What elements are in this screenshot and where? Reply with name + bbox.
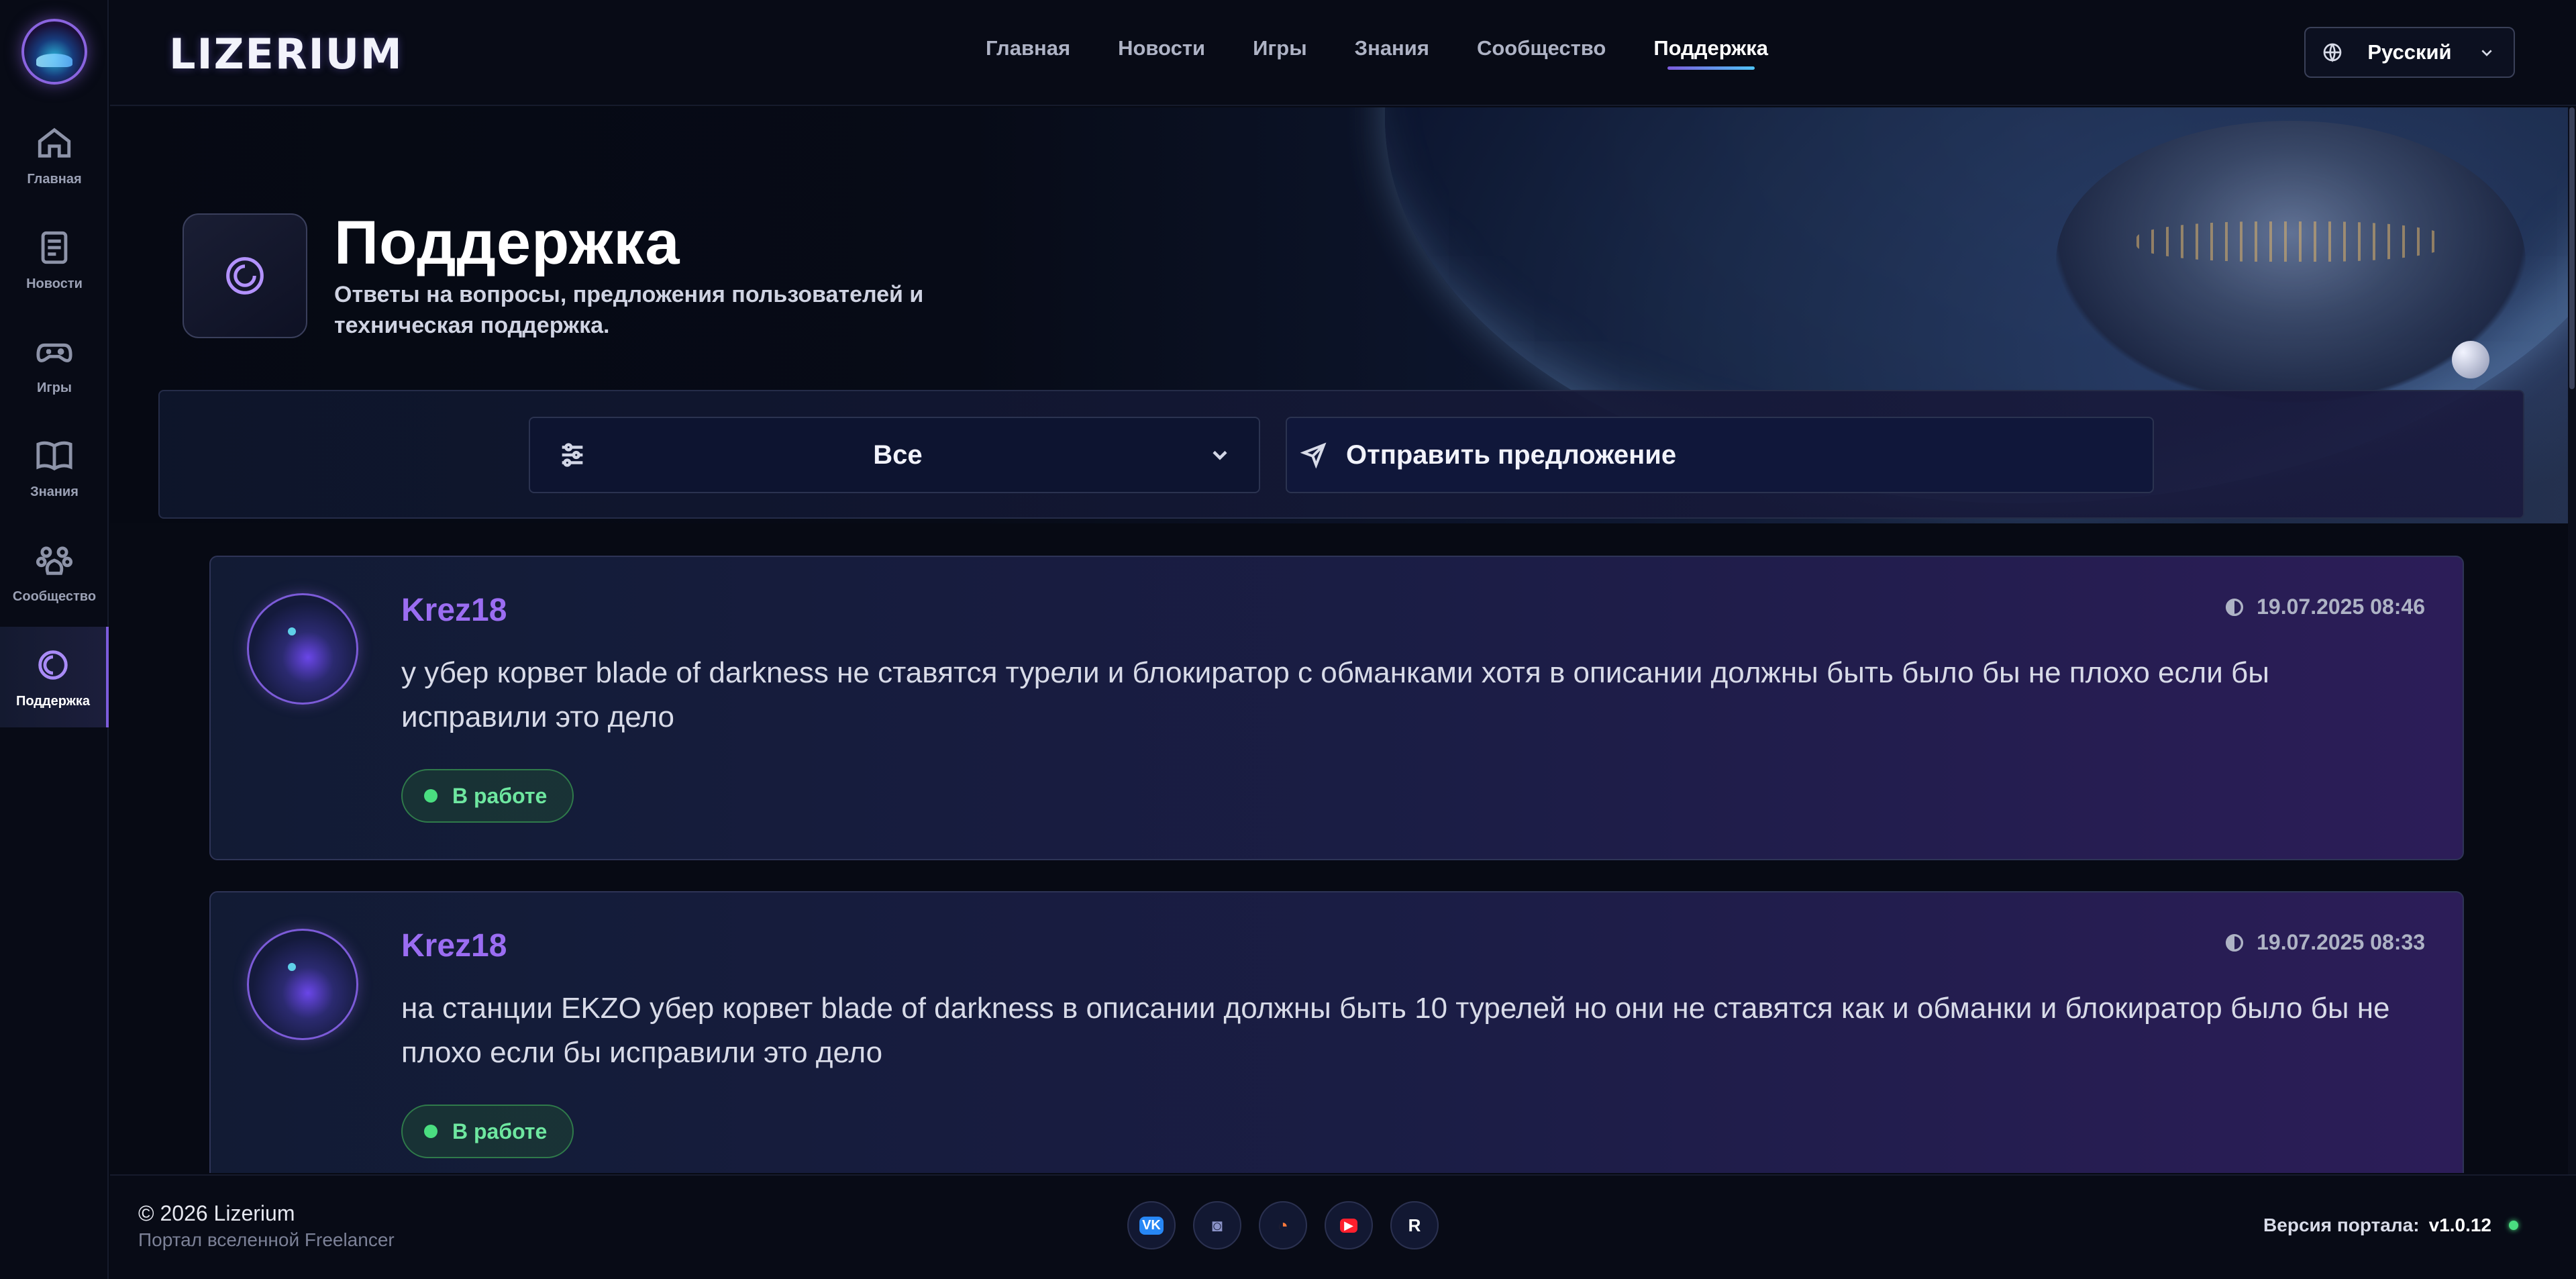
- portal-version: Версия портала: v1.0.12: [2263, 1215, 2518, 1236]
- status-badge: В работе: [401, 769, 574, 823]
- page-title: Поддержка: [334, 209, 680, 277]
- nav-news[interactable]: Новости: [1118, 36, 1205, 70]
- version-label: Версия портала:: [2263, 1215, 2420, 1235]
- newspaper-icon: [41, 231, 68, 264]
- nav-home[interactable]: Главная: [986, 36, 1070, 70]
- filter-bar: Все Отправить предложение: [158, 390, 2524, 519]
- sidebar-item-label: Игры: [36, 380, 72, 395]
- sidebar-item-support[interactable]: Поддержка: [0, 627, 109, 727]
- brand-logo[interactable]: LIZERIUM: [169, 30, 403, 79]
- paw-icon: [36, 546, 73, 575]
- sidebar-item-news[interactable]: Новости: [0, 209, 109, 310]
- sidebar-item-label: Сообщество: [12, 589, 97, 604]
- home-icon: [38, 127, 71, 158]
- post-author[interactable]: Krez18: [401, 927, 507, 964]
- send-icon: [1300, 442, 1327, 468]
- version-value: v1.0.12: [2428, 1215, 2491, 1235]
- status-label: В работе: [452, 783, 548, 808]
- nav-community[interactable]: Сообщество: [1477, 36, 1606, 70]
- gauge-icon[interactable]: ◔: [1259, 1201, 1307, 1249]
- avatar[interactable]: [247, 929, 358, 1040]
- scrollbar-thumb[interactable]: [2569, 107, 2575, 389]
- youtube-icon[interactable]: ▶: [1325, 1201, 1373, 1249]
- status-dot: [2509, 1221, 2518, 1230]
- sidebar-item-games[interactable]: Игры: [0, 313, 109, 414]
- language-select[interactable]: Русский: [2304, 27, 2515, 78]
- rutube-icon[interactable]: R: [1390, 1201, 1439, 1249]
- social-links: VK ◙ ◔ ▶ R: [1127, 1201, 1439, 1249]
- post-date-text: 19.07.2025 08:46: [2257, 595, 2425, 619]
- sidebar-item-label: Знания: [30, 484, 79, 499]
- send-suggestion-label: Отправить предложение: [1346, 440, 1677, 470]
- footer-tagline: Портал вселенной Freelancer: [138, 1229, 395, 1250]
- status-dot: [424, 1125, 437, 1138]
- discord-icon[interactable]: ◙: [1193, 1201, 1241, 1249]
- logo-avatar[interactable]: [21, 19, 87, 85]
- book-icon: [36, 441, 72, 470]
- avatar[interactable]: [247, 593, 358, 705]
- nav-knowledge[interactable]: Знания: [1355, 36, 1429, 70]
- moon-illustration: [2452, 341, 2489, 378]
- post-author[interactable]: Krez18: [401, 592, 507, 629]
- post-date: 19.07.2025 08:33: [2223, 930, 2425, 955]
- sidebar-item-label: Поддержка: [15, 693, 91, 709]
- sidebar-item-label: Главная: [27, 171, 82, 187]
- vk-icon[interactable]: VK: [1127, 1201, 1176, 1249]
- nav-games[interactable]: Игры: [1253, 36, 1307, 70]
- support-icon: [38, 650, 68, 680]
- support-page-icon: [183, 213, 307, 338]
- main-nav: Главная Новости Игры Знания Сообщество П…: [986, 36, 1768, 70]
- status-dot: [424, 789, 437, 803]
- post-date: 19.07.2025 08:46: [2223, 595, 2425, 619]
- page-scrollbar[interactable]: [2568, 107, 2576, 1174]
- footer: © 2026 Lizerium Портал вселенной Freelan…: [110, 1174, 2576, 1279]
- sliders-icon: [562, 443, 583, 467]
- post-card[interactable]: Krez18 19.07.2025 08:33 на станции EKZO …: [209, 891, 2464, 1173]
- clock-icon: [2226, 598, 2244, 616]
- chevron-down-icon: [2481, 50, 2492, 56]
- nav-support[interactable]: Поддержка: [1653, 36, 1768, 70]
- page-subtitle: Ответы на вопросы, предложения пользоват…: [334, 282, 924, 338]
- post-text: на станции EKZO убер корвет blade of dar…: [401, 992, 2390, 1069]
- sidebar-item-knowledge[interactable]: Знания: [0, 417, 109, 518]
- send-suggestion-button[interactable]: Отправить предложение: [1286, 417, 2154, 493]
- gamepad-icon: [36, 343, 72, 362]
- support-icon: [226, 257, 264, 295]
- sidebar-item-label: Новости: [26, 276, 83, 291]
- sidebar-item-home[interactable]: Главная: [0, 105, 109, 205]
- sidebar: Главная Новости Игры Знания Сообщество П…: [0, 0, 109, 1279]
- post-card[interactable]: Krez18 19.07.2025 08:46 у убер корвет bl…: [209, 556, 2464, 860]
- posts-list: Krez18 19.07.2025 08:46 у убер корвет bl…: [209, 556, 2464, 1173]
- sidebar-item-community[interactable]: Сообщество: [0, 522, 109, 623]
- status-badge: В работе: [401, 1105, 574, 1158]
- category-select[interactable]: Все: [529, 417, 1260, 493]
- top-header: LIZERIUM Главная Новости Игры Знания Соо…: [110, 0, 2576, 106]
- status-label: В работе: [452, 1119, 548, 1143]
- category-select-value: Все: [873, 440, 923, 470]
- post-date-text: 19.07.2025 08:33: [2257, 930, 2425, 954]
- copyright: © 2026 Lizerium: [138, 1201, 295, 1225]
- language-label: Русский: [2367, 40, 2452, 64]
- post-text: у убер корвет blade of darkness не ставя…: [401, 656, 2269, 733]
- globe-icon: [2323, 43, 2342, 62]
- chevron-down-icon: [1213, 450, 1227, 460]
- clock-icon: [2226, 933, 2244, 952]
